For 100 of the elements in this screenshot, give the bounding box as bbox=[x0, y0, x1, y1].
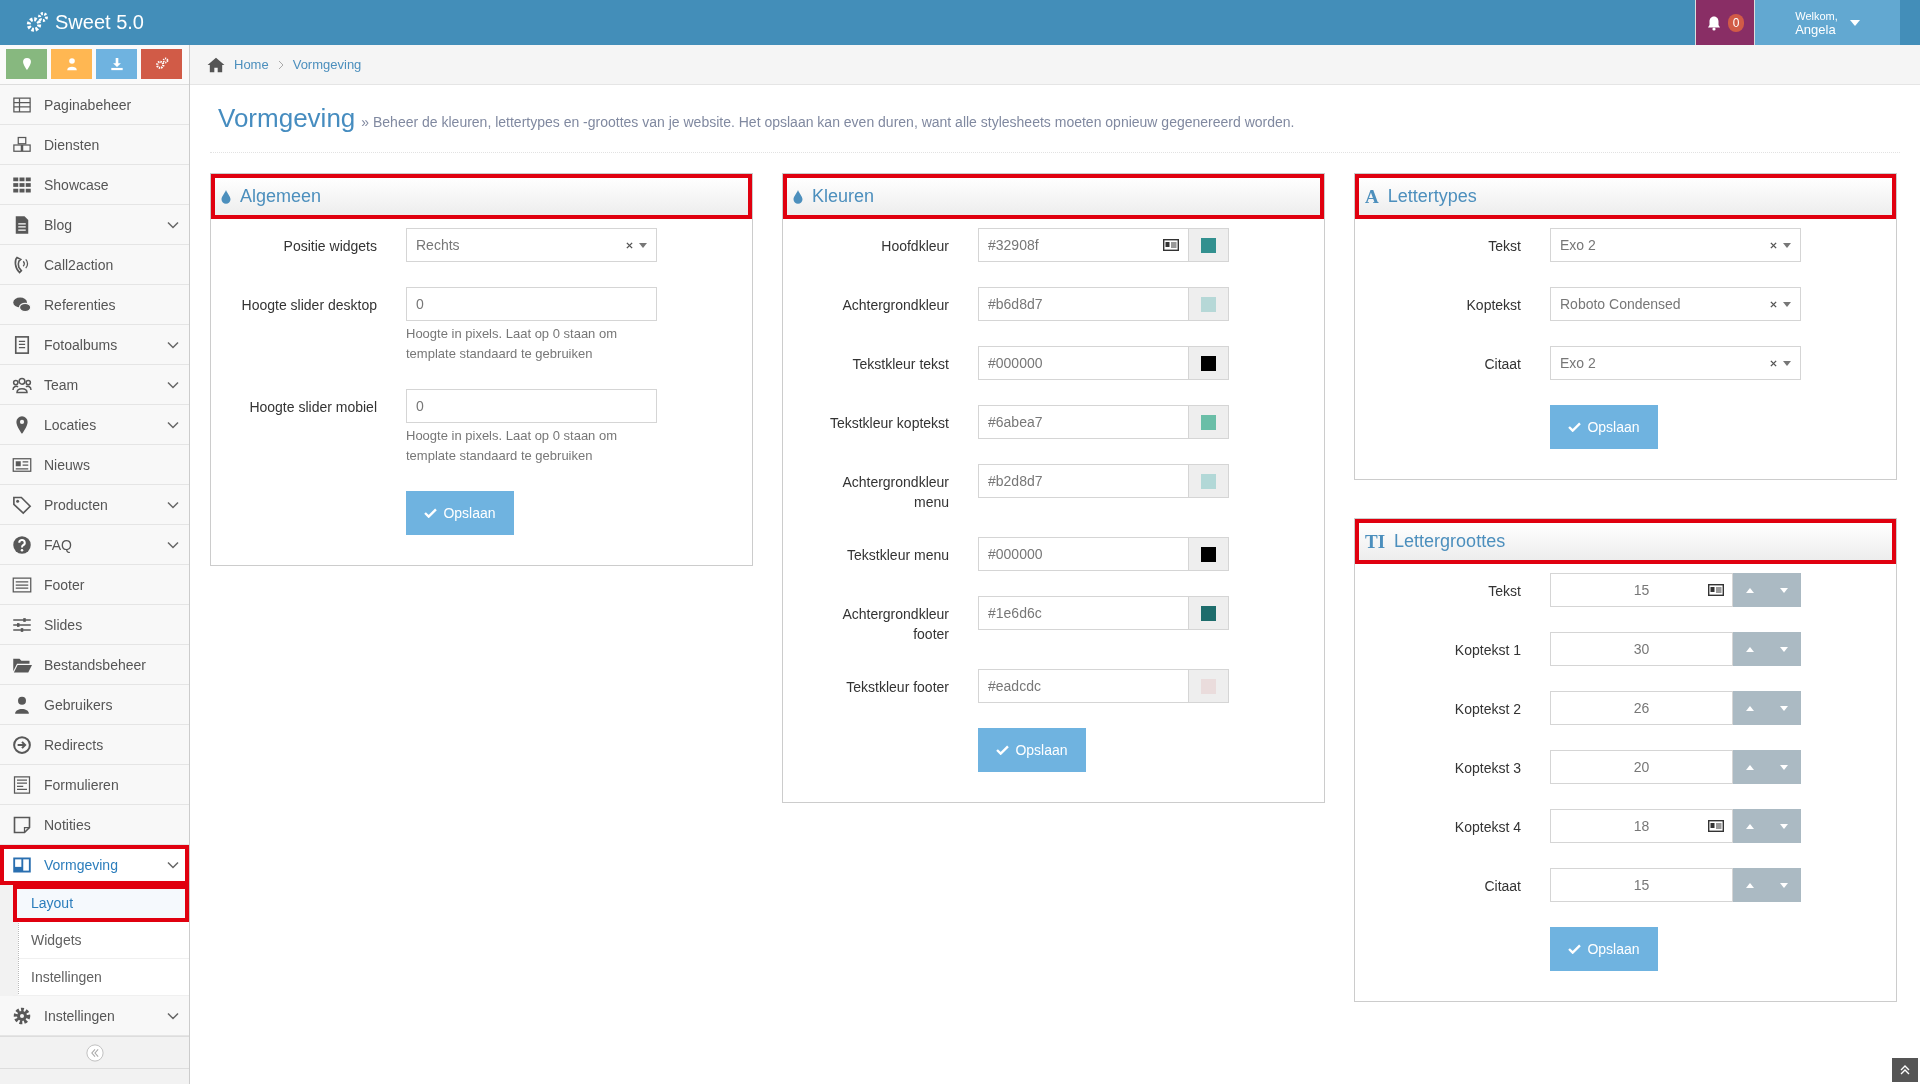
checkmark-icon bbox=[1568, 422, 1582, 432]
submenu-item[interactable]: Widgets bbox=[13, 922, 189, 959]
increment-button[interactable] bbox=[1733, 809, 1767, 843]
bell-icon bbox=[1705, 14, 1722, 31]
color-picker-button[interactable] bbox=[1189, 405, 1229, 439]
form-icon bbox=[12, 774, 32, 795]
clear-icon[interactable] bbox=[1770, 241, 1777, 249]
color-picker-button[interactable] bbox=[1189, 596, 1229, 630]
submenu-item[interactable]: Layout bbox=[13, 885, 189, 922]
field-label: Koptekst bbox=[1466, 296, 1521, 315]
field-label: Achtergrondkleur bbox=[842, 296, 949, 315]
notifications-button[interactable]: 0 bbox=[1695, 0, 1754, 45]
field-label: Hoofdkleur bbox=[881, 237, 949, 256]
caret-icon bbox=[1783, 301, 1791, 307]
color-input-field[interactable]: #6abea7 bbox=[978, 405, 1189, 439]
field-label: Hoogte slider desktop bbox=[241, 296, 377, 315]
number-input-field[interactable]: 20 bbox=[1550, 750, 1733, 784]
sidebar-item[interactable]: Fotoalbums bbox=[0, 325, 189, 365]
color-input-field[interactable]: #b6d8d7 bbox=[978, 287, 1189, 321]
number-input-field[interactable]: 15 bbox=[1550, 868, 1733, 902]
cubes-icon bbox=[12, 134, 32, 155]
sidebar-item[interactable]: Referenties bbox=[0, 285, 189, 325]
number-input-field[interactable]: 26 bbox=[1550, 691, 1733, 725]
increment-button[interactable] bbox=[1733, 868, 1767, 902]
sidebar-item[interactable]: Redirects bbox=[0, 725, 189, 765]
droplet-icon bbox=[221, 189, 231, 204]
field-label: Hoogte slider mobiel bbox=[249, 398, 377, 417]
color-input-field[interactable]: #000000 bbox=[978, 537, 1189, 571]
sidebar-item[interactable]: Notities bbox=[0, 805, 189, 845]
shortcut-button[interactable] bbox=[141, 49, 182, 79]
arrow-circle-icon bbox=[12, 734, 32, 755]
chevron-down-icon bbox=[167, 500, 179, 509]
caret-down-icon bbox=[1780, 705, 1788, 711]
caret-up-icon bbox=[1746, 764, 1754, 770]
input-field[interactable]: 0 bbox=[406, 389, 657, 423]
sidebar-item[interactable]: Diensten bbox=[0, 125, 189, 165]
increment-button[interactable] bbox=[1733, 573, 1767, 607]
number-input-field[interactable]: 18 bbox=[1550, 809, 1733, 843]
color-input-field[interactable]: #eadcdc bbox=[978, 669, 1189, 703]
color-picker-button[interactable] bbox=[1189, 669, 1229, 703]
chevron-down-icon bbox=[167, 860, 179, 869]
sidebar-item[interactable]: Instellingen bbox=[0, 996, 189, 1036]
sidebar-item[interactable]: Locaties bbox=[0, 405, 189, 445]
scroll-to-top-button[interactable] bbox=[1892, 1058, 1918, 1082]
clear-icon[interactable] bbox=[1770, 300, 1777, 308]
select-field[interactable]: Exo 2 bbox=[1550, 346, 1801, 380]
decrement-button[interactable] bbox=[1767, 809, 1801, 843]
decrement-button[interactable] bbox=[1767, 632, 1801, 666]
decrement-button[interactable] bbox=[1767, 691, 1801, 725]
sidebar-item[interactable]: Formulieren bbox=[0, 765, 189, 805]
sidebar-item[interactable]: Team bbox=[0, 365, 189, 405]
clear-icon[interactable] bbox=[1770, 359, 1777, 367]
decrement-button[interactable] bbox=[1767, 868, 1801, 902]
user-menu-button[interactable]: Welkom, Angela bbox=[1754, 0, 1900, 45]
sidebar-item[interactable]: Bestandsbeheer bbox=[0, 645, 189, 685]
input-field[interactable]: 0 bbox=[406, 287, 657, 321]
sidebar-item[interactable]: Vormgeving bbox=[0, 845, 189, 885]
color-input-field[interactable]: #000000 bbox=[978, 346, 1189, 380]
sidebar-item[interactable]: Producten bbox=[0, 485, 189, 525]
checkmark-icon bbox=[996, 745, 1010, 755]
sidebar-item[interactable]: Slides bbox=[0, 605, 189, 645]
collapse-sidebar-icon[interactable] bbox=[85, 1043, 104, 1062]
number-input-field[interactable]: 15 bbox=[1550, 573, 1733, 607]
color-picker-button[interactable] bbox=[1189, 464, 1229, 498]
decrement-button[interactable] bbox=[1767, 573, 1801, 607]
shortcut-button[interactable] bbox=[6, 49, 47, 79]
increment-button[interactable] bbox=[1733, 750, 1767, 784]
sidebar-item[interactable]: Blog bbox=[0, 205, 189, 245]
notification-count: 0 bbox=[1727, 13, 1745, 32]
breadcrumb-link[interactable]: Home bbox=[234, 57, 269, 72]
increment-button[interactable] bbox=[1733, 691, 1767, 725]
sidebar-item[interactable]: FAQ bbox=[0, 525, 189, 565]
color-input-field[interactable]: #b2d8d7 bbox=[978, 464, 1189, 498]
number-input-field[interactable]: 30 bbox=[1550, 632, 1733, 666]
color-picker-button[interactable] bbox=[1189, 287, 1229, 321]
sidebar-item[interactable]: Gebruikers bbox=[0, 685, 189, 725]
shortcut-button[interactable] bbox=[51, 49, 92, 79]
chevron-down-icon bbox=[167, 420, 179, 429]
table-icon bbox=[12, 94, 32, 115]
shortcut-button[interactable] bbox=[96, 49, 137, 79]
decrement-button[interactable] bbox=[1767, 750, 1801, 784]
increment-button[interactable] bbox=[1733, 632, 1767, 666]
select-field[interactable]: Roboto Condensed bbox=[1550, 287, 1801, 321]
sidebar-item[interactable]: Paginabeheer bbox=[0, 85, 189, 125]
color-picker-button[interactable] bbox=[1189, 228, 1229, 262]
download-icon bbox=[109, 57, 124, 71]
color-picker-button[interactable] bbox=[1189, 346, 1229, 380]
color-input-field[interactable]: #1e6d6c bbox=[978, 596, 1189, 630]
caret-up-icon bbox=[1746, 705, 1754, 711]
sidebar-item[interactable]: Showcase bbox=[0, 165, 189, 205]
sidebar-item[interactable]: Footer bbox=[0, 565, 189, 605]
brand-name[interactable]: Sweet 5.0 bbox=[55, 11, 144, 34]
select-field[interactable]: Exo 2 bbox=[1550, 228, 1801, 262]
color-input-field[interactable]: #32908f bbox=[978, 228, 1189, 262]
select-field[interactable]: Rechts bbox=[406, 228, 657, 262]
sidebar-item[interactable]: Call2action bbox=[0, 245, 189, 285]
clear-icon[interactable] bbox=[626, 241, 633, 249]
sidebar-item[interactable]: Nieuws bbox=[0, 445, 189, 485]
breadcrumb-link[interactable]: Vormgeving bbox=[292, 57, 362, 72]
color-picker-button[interactable] bbox=[1189, 537, 1229, 571]
